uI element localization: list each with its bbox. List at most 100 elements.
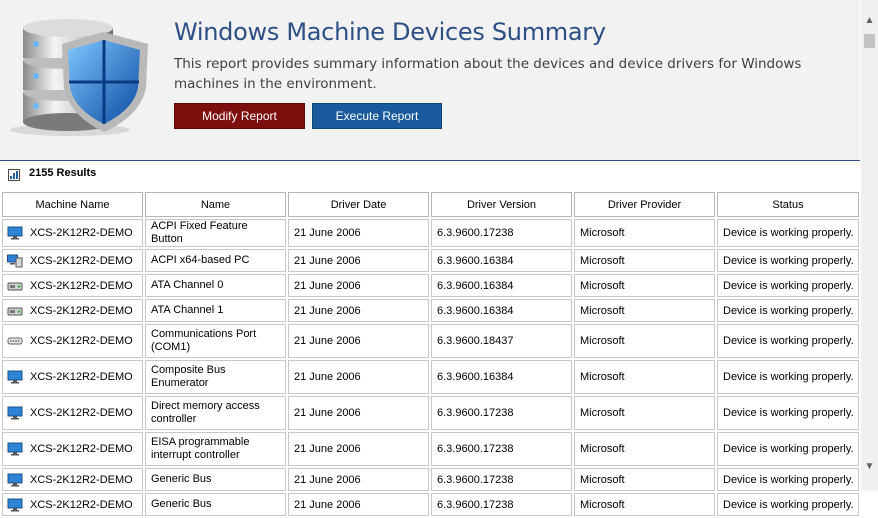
execute-report-button[interactable]: Execute Report <box>312 103 442 129</box>
driver-provider: Microsoft <box>574 249 715 272</box>
driver-provider: Microsoft <box>574 324 715 358</box>
machine-name: XCS-2K12R2-DEMO <box>30 407 133 419</box>
machine-name-cell: XCS-2K12R2-DEMO <box>2 493 143 516</box>
table-row[interactable]: XCS-2K12R2-DEMO Direct memory access cont… <box>2 396 859 430</box>
database-shield-icon <box>10 19 148 136</box>
device-name: Composite Bus Enumerator <box>145 360 286 394</box>
vertical-scrollbar[interactable]: ▲ ▼ <box>861 0 878 491</box>
driver-date: 21 June 2006 <box>288 493 429 516</box>
device-name: Generic Bus <box>145 493 286 516</box>
machine-name: XCS-2K12R2-DEMO <box>30 279 133 292</box>
column-header-driver-date[interactable]: Driver Date <box>288 192 429 217</box>
table-row[interactable]: XCS-2K12R2-DEMO ATA Channel 0 21 June 2006… <box>2 274 859 297</box>
driver-date: 21 June 2006 <box>288 360 429 394</box>
machine-name: XCS-2K12R2-DEMO <box>30 371 133 383</box>
chart-icon <box>8 169 20 181</box>
driver-date: 21 June 2006 <box>288 432 429 466</box>
driver-date: 21 June 2006 <box>288 396 429 430</box>
driver-provider: Microsoft <box>574 360 715 394</box>
driver-version: 6.3.9600.17238 <box>431 219 572 247</box>
column-header-driver-provider[interactable]: Driver Provider <box>574 192 715 217</box>
device-name: EISA programmable interrupt controller <box>145 432 286 466</box>
driver-version: 6.3.9600.16384 <box>431 299 572 322</box>
device-status: Device is working properly. <box>717 360 859 394</box>
device-status: Device is working properly. <box>717 324 859 358</box>
driver-date: 21 June 2006 <box>288 468 429 491</box>
machine-name-cell: XCS-2K12R2-DEMO <box>2 468 143 491</box>
driver-provider: Microsoft <box>574 274 715 297</box>
column-header-driver-version[interactable]: Driver Version <box>431 192 572 217</box>
device-name: Communications Port (COM1) <box>145 324 286 358</box>
driver-date: 21 June 2006 <box>288 324 429 358</box>
driver-provider: Microsoft <box>574 468 715 491</box>
device-status: Device is working properly. <box>717 493 859 516</box>
device-name: Generic Bus <box>145 468 286 491</box>
port-icon <box>7 334 23 348</box>
driver-version: 6.3.9600.17238 <box>431 396 572 430</box>
scroll-thumb[interactable] <box>864 34 875 48</box>
device-status: Device is working properly. <box>717 219 859 247</box>
column-header-machine-name[interactable]: Machine Name <box>2 192 143 217</box>
results-count: 2155 Results <box>29 167 97 179</box>
monitor-icon <box>7 498 23 512</box>
drive-controller-icon <box>7 304 23 318</box>
table-header-row: Machine Name Name Driver Date Driver Ver… <box>2 192 859 217</box>
driver-version: 6.3.9600.17238 <box>431 493 572 516</box>
column-header-status[interactable]: Status <box>717 192 859 217</box>
report-header: Windows Machine Devices Summary This rep… <box>0 0 860 160</box>
machine-name-cell: XCS-2K12R2-DEMO <box>2 274 143 297</box>
scroll-up-arrow-icon[interactable]: ▲ <box>861 14 878 28</box>
machine-name: XCS-2K12R2-DEMO <box>30 254 133 267</box>
driver-version: 6.3.9600.18437 <box>431 324 572 358</box>
device-status: Device is working properly. <box>717 249 859 272</box>
machine-name-cell: XCS-2K12R2-DEMO <box>2 396 143 430</box>
driver-version: 6.3.9600.17238 <box>431 468 572 491</box>
results-bar: 2155 Results <box>0 160 860 188</box>
device-name: Direct memory access controller <box>145 396 286 430</box>
machine-name-cell: XCS-2K12R2-DEMO <box>2 432 143 466</box>
devices-table: Machine Name Name Driver Date Driver Ver… <box>0 190 861 518</box>
driver-version: 6.3.9600.17238 <box>431 432 572 466</box>
driver-version: 6.3.9600.16384 <box>431 360 572 394</box>
device-status: Device is working properly. <box>717 432 859 466</box>
driver-provider: Microsoft <box>574 396 715 430</box>
monitor-icon <box>7 442 23 456</box>
machine-name: XCS-2K12R2-DEMO <box>30 443 133 455</box>
table-row[interactable]: XCS-2K12R2-DEMO ACPI x64-based PC 21 June … <box>2 249 859 272</box>
machine-name-cell: XCS-2K12R2-DEMO <box>2 299 143 322</box>
monitor-icon <box>7 406 23 420</box>
table-row[interactable]: XCS-2K12R2-DEMO Generic Bus 21 June 2006 6.… <box>2 493 859 516</box>
device-status: Device is working properly. <box>717 468 859 491</box>
driver-date: 21 June 2006 <box>288 274 429 297</box>
device-name: ACPI Fixed Feature Button <box>145 219 286 247</box>
machine-name-cell: XCS-2K12R2-DEMO <box>2 324 143 358</box>
driver-version: 6.3.9600.16384 <box>431 249 572 272</box>
machine-name: XCS-2K12R2-DEMO <box>30 304 133 317</box>
table-row[interactable]: XCS-2K12R2-DEMO Generic Bus 21 June 2006 6.… <box>2 468 859 491</box>
machine-name: XCS-2K12R2-DEMO <box>30 498 133 511</box>
driver-provider: Microsoft <box>574 219 715 247</box>
machine-name-cell: XCS-2K12R2-DEMO <box>2 249 143 272</box>
machine-name-cell: XCS-2K12R2-DEMO <box>2 219 143 247</box>
table-row[interactable]: XCS-2K12R2-DEMO ACPI Fixed Feature Button… <box>2 219 859 247</box>
driver-provider: Microsoft <box>574 299 715 322</box>
machine-name: XCS-2K12R2-DEMO <box>30 335 133 347</box>
driver-provider: Microsoft <box>574 432 715 466</box>
machine-name-cell: XCS-2K12R2-DEMO <box>2 360 143 394</box>
table-row[interactable]: XCS-2K12R2-DEMO Composite Bus Enumerator 2… <box>2 360 859 394</box>
table-row[interactable]: XCS-2K12R2-DEMO EISA programmable interru… <box>2 432 859 466</box>
table-row[interactable]: XCS-2K12R2-DEMO Communications Port (COM1… <box>2 324 859 358</box>
table-row[interactable]: XCS-2K12R2-DEMO ATA Channel 1 21 June 2006… <box>2 299 859 322</box>
device-status: Device is working properly. <box>717 274 859 297</box>
scroll-down-arrow-icon[interactable]: ▼ <box>861 460 878 474</box>
column-header-name[interactable]: Name <box>145 192 286 217</box>
device-name: ATA Channel 0 <box>145 274 286 297</box>
monitor-icon <box>7 370 23 384</box>
device-status: Device is working properly. <box>717 299 859 322</box>
device-name: ATA Channel 1 <box>145 299 286 322</box>
driver-date: 21 June 2006 <box>288 249 429 272</box>
modify-report-button[interactable]: Modify Report <box>174 103 305 129</box>
drive-controller-icon <box>7 279 23 293</box>
monitor-icon <box>7 473 23 487</box>
device-name: ACPI x64-based PC <box>145 249 286 272</box>
